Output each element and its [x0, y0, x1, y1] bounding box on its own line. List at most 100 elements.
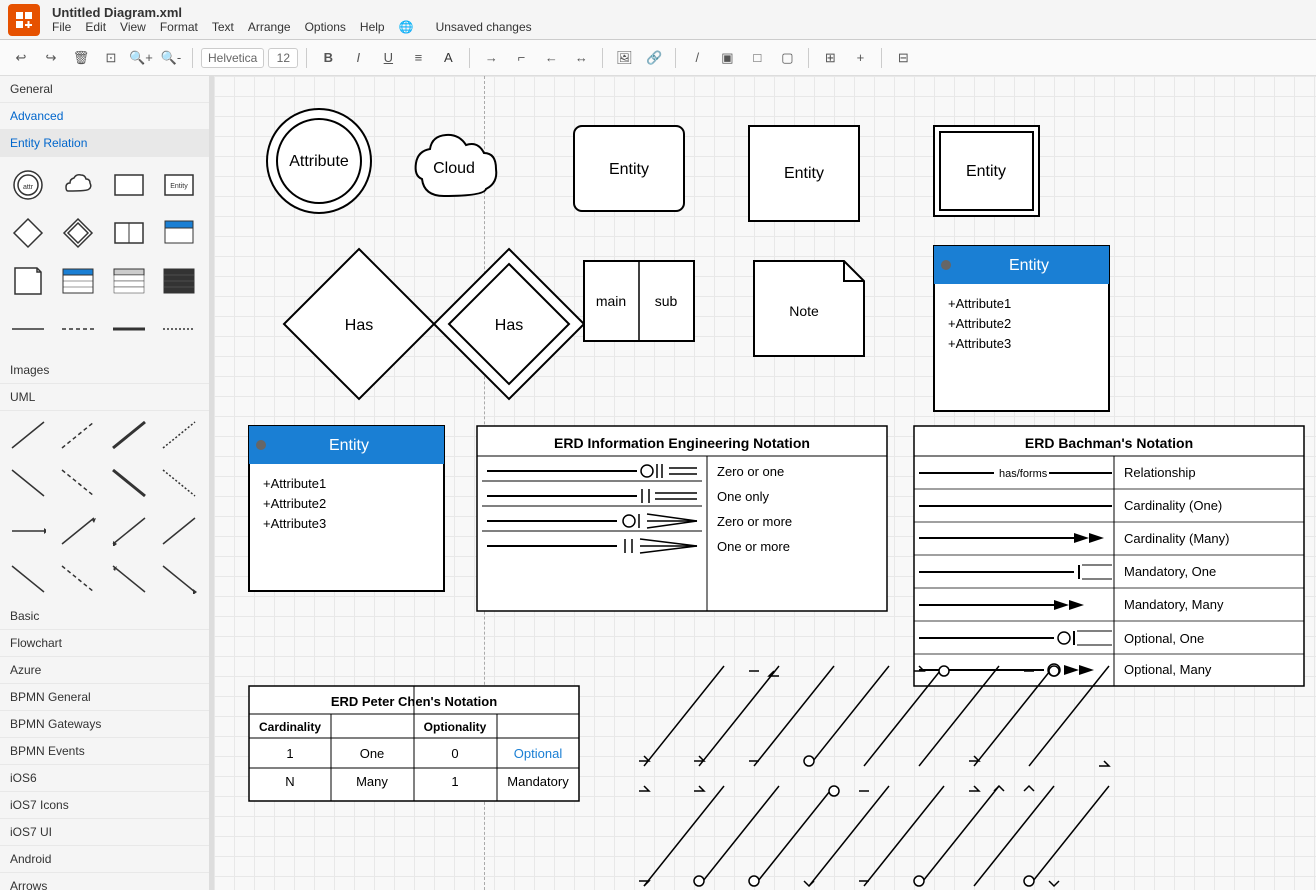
sidebar-icon-cloud[interactable]: [56, 163, 100, 207]
svg-text:1: 1: [286, 746, 293, 761]
sidebar-azure[interactable]: Azure: [0, 657, 209, 684]
sidebar-general[interactable]: General: [0, 76, 209, 103]
arrow-right-button[interactable]: →: [478, 45, 504, 71]
sidebar-bpmn-events[interactable]: BPMN Events: [0, 738, 209, 765]
sidebar-icon-conn1[interactable]: [6, 307, 50, 351]
link-button[interactable]: 🔗: [641, 45, 667, 71]
arrow-both-button[interactable]: ↔: [568, 45, 594, 71]
sidebar-arrows[interactable]: Arrows: [0, 873, 209, 890]
sidebar-diag11[interactable]: [107, 509, 151, 553]
sidebar-icon-table1[interactable]: [56, 259, 100, 303]
canvas[interactable]: Attribute Cloud Entity Entity: [214, 76, 1316, 890]
bold-button[interactable]: B: [315, 45, 341, 71]
diamond-shape[interactable]: Has: [284, 249, 434, 399]
sep1: [192, 48, 193, 68]
svg-text:+Attribute3: +Attribute3: [263, 516, 326, 531]
image-button[interactable]: 🖼: [611, 45, 637, 71]
sidebar-entity-relation[interactable]: Entity Relation: [0, 130, 209, 157]
sidebar-icon-diamond[interactable]: [6, 211, 50, 255]
delete-button[interactable]: 🗑: [68, 45, 94, 71]
sidebar-icon-table2[interactable]: [107, 259, 151, 303]
sidebar-diag5[interactable]: [6, 461, 50, 505]
menu-format[interactable]: Format: [160, 20, 198, 34]
svg-text:N: N: [285, 774, 294, 789]
sidebar-icon-attribute[interactable]: attr: [6, 163, 50, 207]
sidebar-diag16[interactable]: [157, 557, 201, 601]
sidebar-icon-entity-named[interactable]: Entity: [157, 163, 201, 207]
sidebar-icon-conn3[interactable]: [107, 307, 151, 351]
sidebar-diag3[interactable]: [107, 413, 151, 457]
note-shape[interactable]: Note: [754, 261, 864, 356]
sidebar-diag9[interactable]: [6, 509, 50, 553]
double-diamond-shape[interactable]: Has: [434, 249, 584, 399]
redo-button[interactable]: ↪: [38, 45, 64, 71]
sidebar-icon-conn2[interactable]: [56, 307, 100, 351]
sidebar-bpmn-gateways[interactable]: BPMN Gateways: [0, 711, 209, 738]
sidebar-android[interactable]: Android: [0, 846, 209, 873]
sidebar-flowchart[interactable]: Flowchart: [0, 630, 209, 657]
sidebar-basic[interactable]: Basic: [0, 603, 209, 630]
line-color-button[interactable]: /: [684, 45, 710, 71]
sidebar-icon-note[interactable]: [6, 259, 50, 303]
zoom-in-button[interactable]: 🔍+: [128, 45, 154, 71]
sidebar-icon-multi-attr[interactable]: [157, 211, 201, 255]
sidebar-bpmn-general[interactable]: BPMN General: [0, 684, 209, 711]
sidebar-diag15[interactable]: [107, 557, 151, 601]
menu-view[interactable]: View: [120, 20, 146, 34]
fit-button[interactable]: ⊡: [98, 45, 124, 71]
sidebar-diag6[interactable]: [56, 461, 100, 505]
sidebar-icon-entity-plain[interactable]: [107, 163, 151, 207]
entity-square-shape[interactable]: Entity: [749, 126, 859, 221]
canvas-background[interactable]: Attribute Cloud Entity Entity: [214, 76, 1316, 890]
rect-button[interactable]: □: [744, 45, 770, 71]
entity-double-shape[interactable]: Entity: [934, 126, 1039, 216]
attribute-shape[interactable]: Attribute: [267, 109, 371, 213]
fill-color-button[interactable]: ▣: [714, 45, 740, 71]
sidebar-diag10[interactable]: [56, 509, 100, 553]
sidebar-diag8[interactable]: [157, 461, 201, 505]
italic-button[interactable]: I: [345, 45, 371, 71]
grid-button[interactable]: ⊞: [817, 45, 843, 71]
menu-text[interactable]: Text: [212, 20, 234, 34]
sidebar-diag2[interactable]: [56, 413, 100, 457]
sidebar-diag4[interactable]: [157, 413, 201, 457]
arrow-left-button[interactable]: ←: [538, 45, 564, 71]
sidebar-diag12[interactable]: [157, 509, 201, 553]
shadow-button[interactable]: ▢: [774, 45, 800, 71]
undo-button[interactable]: ↩: [8, 45, 34, 71]
menu-file[interactable]: File: [52, 20, 71, 34]
entity-blue-left[interactable]: Entity +Attribute1 +Attribute2 +Attribut…: [249, 426, 444, 591]
font-selector[interactable]: Helvetica: [201, 48, 264, 68]
svg-text:Entity: Entity: [784, 165, 824, 182]
sidebar-icon-conn4[interactable]: [157, 307, 201, 351]
align-left-button[interactable]: ≡: [405, 45, 431, 71]
menu-arrange[interactable]: Arrange: [248, 20, 291, 34]
menu-options[interactable]: Options: [305, 20, 346, 34]
entity-blue-right[interactable]: Entity +Attribute1 +Attribute2 +Attribut…: [934, 246, 1109, 411]
panel-button[interactable]: ⊟: [890, 45, 916, 71]
sidebar-diag7[interactable]: [107, 461, 151, 505]
sidebar-diag1[interactable]: [6, 413, 50, 457]
add-button[interactable]: +: [847, 45, 873, 71]
sidebar-ios7-icons[interactable]: iOS7 Icons: [0, 792, 209, 819]
toolbar: ↩ ↪ 🗑 ⊡ 🔍+ 🔍- Helvetica 12 B I U ≡ A → ⌐…: [0, 40, 1316, 76]
zoom-out-button[interactable]: 🔍-: [158, 45, 184, 71]
sidebar-icon-split-entity[interactable]: [107, 211, 151, 255]
sidebar-diag14[interactable]: [56, 557, 100, 601]
font-size-input[interactable]: 12: [268, 48, 298, 68]
sidebar-advanced[interactable]: Advanced: [0, 103, 209, 130]
sidebar-ios6[interactable]: iOS6: [0, 765, 209, 792]
split-entity-shape[interactable]: main sub: [584, 261, 694, 341]
sidebar-uml[interactable]: UML: [0, 384, 209, 411]
font-color-button[interactable]: A: [435, 45, 461, 71]
sidebar-images[interactable]: Images: [0, 357, 209, 384]
entity-rounded-shape[interactable]: Entity: [574, 126, 684, 211]
underline-button[interactable]: U: [375, 45, 401, 71]
menu-help[interactable]: Help: [360, 20, 385, 34]
sidebar-ios7-ui[interactable]: iOS7 UI: [0, 819, 209, 846]
sidebar-icon-lines-table[interactable]: [157, 259, 201, 303]
sidebar-icon-double-diamond[interactable]: [56, 211, 100, 255]
sidebar-diag13[interactable]: [6, 557, 50, 601]
connector-button[interactable]: ⌐: [508, 45, 534, 71]
menu-edit[interactable]: Edit: [85, 20, 106, 34]
